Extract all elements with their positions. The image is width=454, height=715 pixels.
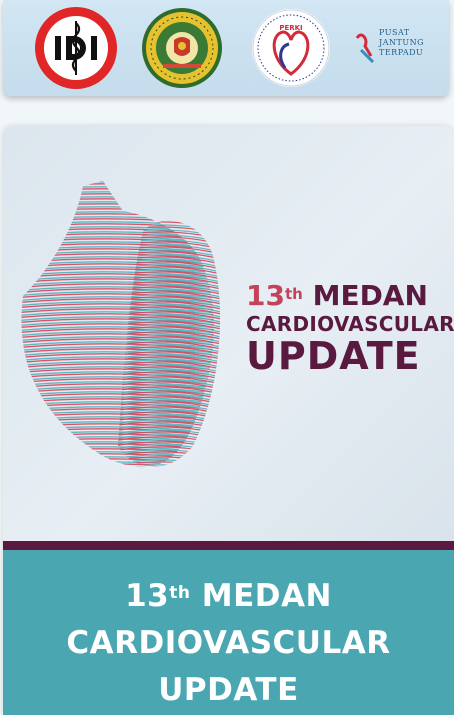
artwork-title-line2: CARDIOVASCULAR <box>246 312 454 336</box>
perki-logo-icon: PERKI <box>251 6 331 90</box>
event-card[interactable]: 13th MEDAN CARDIOVASCULAR UPDATE 13th ME… <box>3 126 454 715</box>
pjt-logo-line2: JANTUNG <box>379 38 424 47</box>
event-banner[interactable]: 13th MEDAN CARDIOVASCULAR UPDATE <box>3 550 454 715</box>
artwork-word-medan: MEDAN <box>312 279 428 312</box>
banner-title-line2: CARDIOVASCULAR <box>66 625 391 661</box>
pjt-logo-text: PUSAT JANTUNG TERPADU <box>379 28 424 58</box>
banner-edition-number: 13 <box>125 578 170 614</box>
pjt-logo-line1: PUSAT <box>379 28 410 37</box>
artwork-title: 13th MEDAN CARDIOVASCULAR UPDATE <box>246 280 454 378</box>
perki-logo-text: PERKI <box>279 24 302 32</box>
pjt-logo-icon: PUSAT JANTUNG TERPADU <box>353 28 433 68</box>
banner-edition-suffix: th <box>169 583 191 603</box>
divider-stripe <box>3 541 454 550</box>
idi-logo-icon <box>33 5 119 91</box>
event-artwork: 13th MEDAN CARDIOVASCULAR UPDATE <box>3 126 454 541</box>
banner-word-medan: MEDAN <box>201 578 332 614</box>
pjt-logo-line3: TERPADU <box>379 48 424 57</box>
artwork-edition-suffix: th <box>284 285 303 303</box>
logo-header: PERKI PUSAT JANTUNG TERPADU <box>3 0 449 96</box>
usu-seal-icon <box>141 6 223 90</box>
banner-title-line3: UPDATE <box>158 672 299 708</box>
artwork-edition-number: 13 <box>246 279 285 312</box>
artwork-title-line1: 13th MEDAN <box>246 280 441 312</box>
banner-title-line1: 13th MEDAN <box>3 573 454 620</box>
artwork-title-line3: UPDATE <box>246 334 421 378</box>
